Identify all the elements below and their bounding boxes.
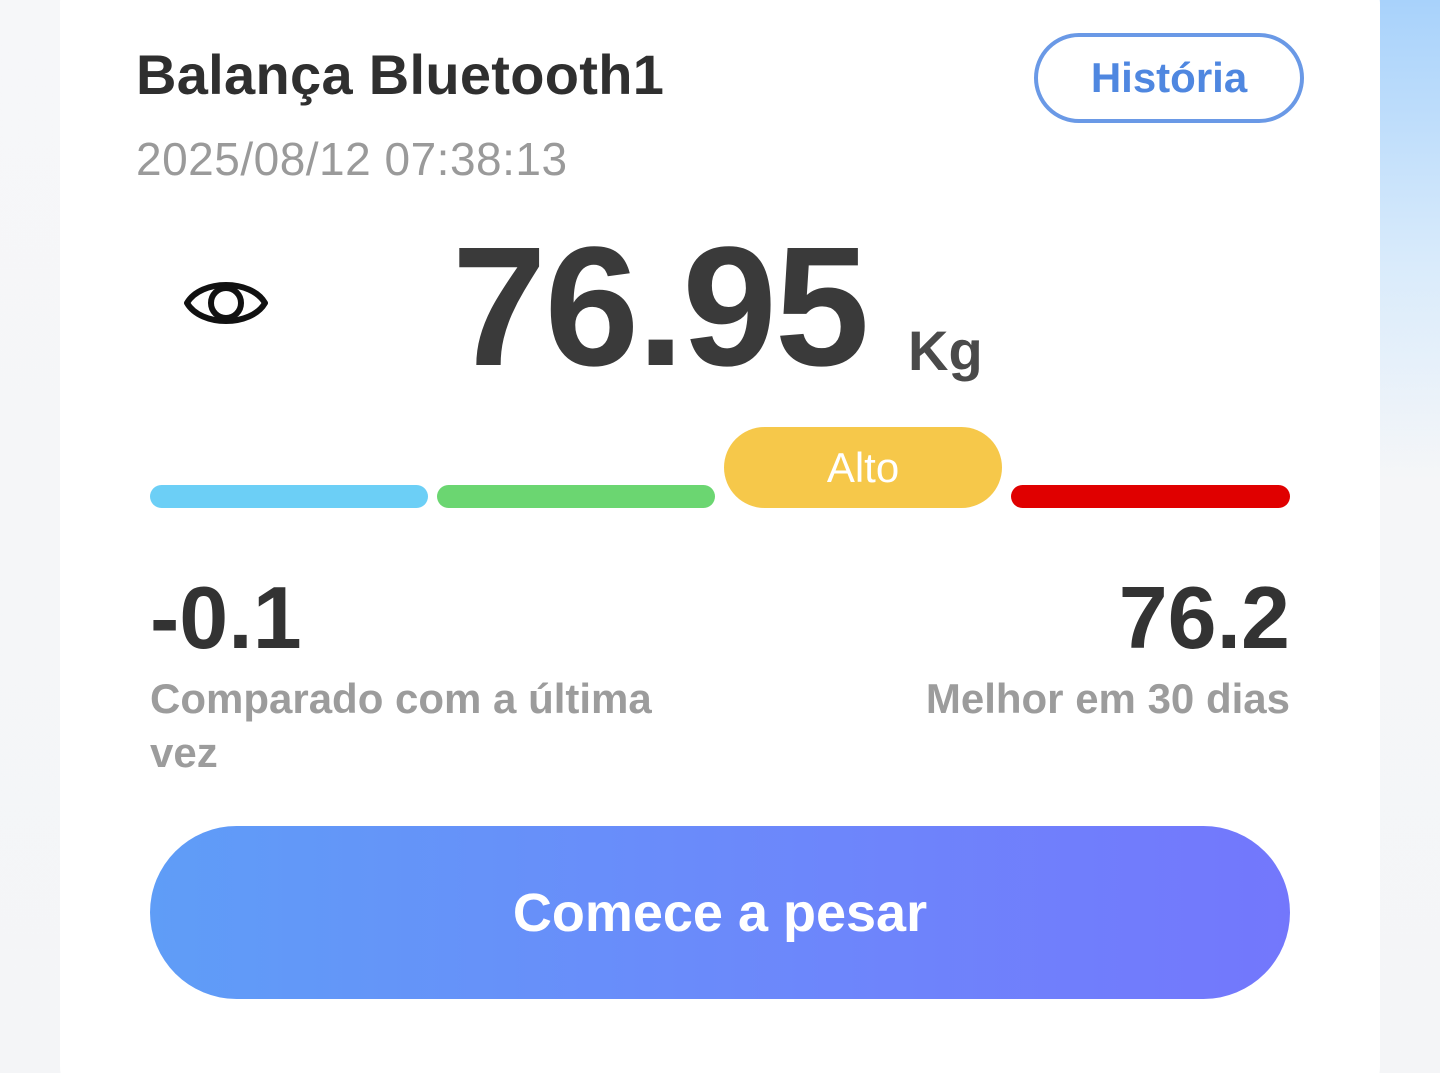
scale-segment-very-high [1011, 485, 1290, 508]
scale-segment-normal [437, 485, 715, 508]
start-weighing-button[interactable]: Comece a pesar [150, 826, 1290, 999]
scale-segment-low [150, 485, 428, 508]
change-value: -0.1 [150, 568, 302, 667]
change-label: Comparado com a última vez [150, 675, 652, 776]
status-badge: Alto [724, 427, 1002, 508]
visibility-toggle[interactable] [176, 258, 276, 348]
history-button[interactable]: História [1034, 33, 1304, 123]
best-label: Melhor em 30 dias [925, 675, 1290, 722]
device-name: Balança Bluetooth1 [136, 43, 665, 106]
measurement-timestamp: 2025/08/12 07:38:13 [136, 133, 568, 185]
weight-value: 76.95 [452, 212, 869, 402]
eye-icon [184, 282, 268, 324]
weight-unit: Kg [908, 319, 983, 382]
best-value: 76.2 [1118, 568, 1290, 667]
